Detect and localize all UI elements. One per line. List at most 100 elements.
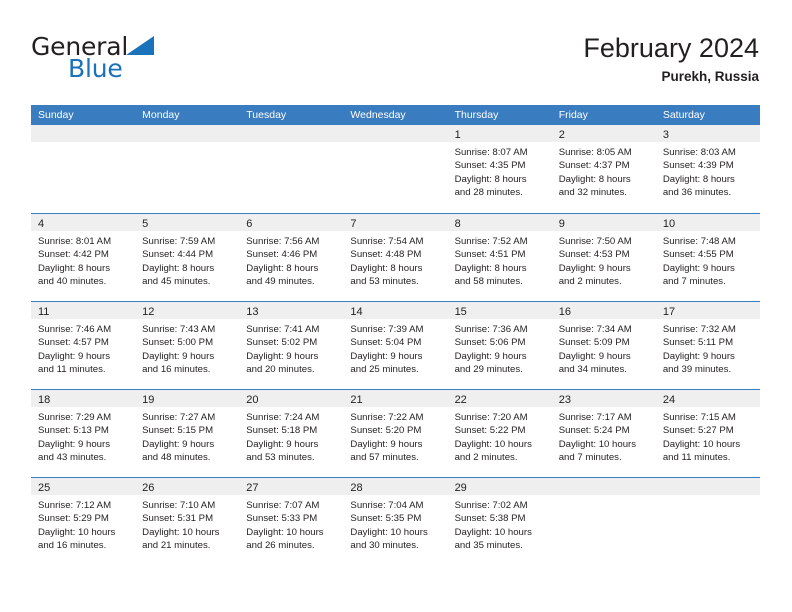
calendar-week-row: 4 Sunrise: 8:01 AM Sunset: 4:42 PM Daylight… xyxy=(31,213,760,301)
day-info-line: Sunrise: 7:20 AM xyxy=(454,412,528,423)
day-info-line: Sunrise: 7:36 AM xyxy=(454,324,528,335)
calendar-day-cell[interactable]: 24 Sunrise: 7:15 AM Sunset: 5:27 PM Dayligh… xyxy=(655,390,760,477)
calendar-day-cell[interactable]: 12 Sunrise: 7:43 AM Sunset: 5:00 PM Dayligh… xyxy=(135,302,240,389)
day-cell-body: Sunrise: 7:48 AM Sunset: 4:55 PM Daylight:… xyxy=(656,231,760,289)
calendar-day-cell[interactable]: 5 Sunrise: 7:59 AM Sunset: 4:44 PM Daylight… xyxy=(135,214,240,301)
day-number: 15 xyxy=(454,306,467,318)
day-info-line: and 32 minutes. xyxy=(558,187,627,199)
calendar-day-cell[interactable]: 28 Sunrise: 7:04 AM Sunset: 5:35 PM Dayligh… xyxy=(343,478,448,565)
day-number: 5 xyxy=(142,218,149,230)
calendar-day-cell[interactable]: 18 Sunrise: 7:29 AM Sunset: 5:13 PM Dayligh… xyxy=(31,390,136,477)
day-cell-body xyxy=(656,495,760,499)
calendar-day-cell[interactable]: 19 Sunrise: 7:27 AM Sunset: 5:15 PM Dayligh… xyxy=(135,390,240,477)
day-number: 3 xyxy=(662,129,669,141)
calendar-day-cell[interactable]: 4 Sunrise: 8:01 AM Sunset: 4:42 PM Daylight… xyxy=(31,214,136,301)
calendar-day-cell[interactable]: 25 Sunrise: 7:12 AM Sunset: 5:29 PM Dayligh… xyxy=(31,478,136,565)
day-number: 22 xyxy=(454,394,467,406)
day-cell-body: Sunrise: 7:20 AM Sunset: 5:22 PM Daylight:… xyxy=(448,407,552,465)
calendar-week-row: 1 Sunrise: 8:07 AM Sunset: 4:35 PM Daylight… xyxy=(31,125,760,213)
calendar-empty-cell xyxy=(31,125,136,213)
calendar-day-cell[interactable]: 26 Sunrise: 7:10 AM Sunset: 5:31 PM Dayligh… xyxy=(135,478,240,565)
day-info-line: and 20 minutes. xyxy=(246,364,315,376)
calendar-day-cell[interactable]: 11 Sunrise: 7:46 AM Sunset: 4:57 PM Dayligh… xyxy=(31,302,136,389)
day-info-line: Sunrise: 7:50 AM xyxy=(558,236,632,247)
day-info-line: Daylight: 8 hours xyxy=(454,262,527,274)
calendar-day-cell[interactable]: 17 Sunrise: 7:32 AM Sunset: 5:11 PM Dayligh… xyxy=(655,302,760,389)
day-cell-body: Sunrise: 7:39 AM Sunset: 5:04 PM Daylight:… xyxy=(343,319,447,377)
day-cell-body: Sunrise: 7:10 AM Sunset: 5:31 PM Daylight:… xyxy=(135,495,239,553)
calendar-day-cell[interactable]: 8 Sunrise: 7:52 AM Sunset: 4:51 PM Daylight… xyxy=(447,214,552,301)
day-info-line: Sunrise: 7:59 AM xyxy=(142,236,216,247)
day-number-band: 17 xyxy=(655,302,760,319)
day-number-band: 25 xyxy=(31,478,136,495)
day-number-band: 29 xyxy=(447,478,552,495)
calendar-day-cell[interactable]: 1 Sunrise: 8:07 AM Sunset: 4:35 PM Daylight… xyxy=(447,125,552,213)
day-number-band: 27 xyxy=(239,478,344,495)
calendar-day-cell[interactable]: 23 Sunrise: 7:17 AM Sunset: 5:24 PM Dayligh… xyxy=(551,390,656,477)
calendar-day-cell[interactable]: 3 Sunrise: 8:03 AM Sunset: 4:39 PM Daylight… xyxy=(655,125,760,213)
day-info-line: Sunset: 5:04 PM xyxy=(350,337,422,349)
weekday-header-monday: Monday xyxy=(142,109,180,121)
weekday-header-saturday: Saturday xyxy=(662,109,705,121)
day-info-line: and 35 minutes. xyxy=(454,540,523,552)
day-number: 26 xyxy=(142,482,155,494)
day-number-band: 11 xyxy=(31,302,136,319)
day-number-band: 24 xyxy=(655,390,760,407)
day-info-line: and 7 minutes. xyxy=(662,276,726,288)
day-cell-body: Sunrise: 7:27 AM Sunset: 5:15 PM Daylight:… xyxy=(135,407,239,465)
calendar-day-cell[interactable]: 10 Sunrise: 7:48 AM Sunset: 4:55 PM Dayligh… xyxy=(655,214,760,301)
day-number-band: 21 xyxy=(343,390,448,407)
day-number-band: 7 xyxy=(343,214,448,231)
day-info-line: Daylight: 10 hours xyxy=(662,438,741,450)
calendar-day-cell[interactable]: 22 Sunrise: 7:20 AM Sunset: 5:22 PM Dayligh… xyxy=(447,390,552,477)
day-info-line: Daylight: 9 hours xyxy=(558,262,631,274)
day-number: 19 xyxy=(142,394,155,406)
day-info-line: Daylight: 8 hours xyxy=(246,262,319,274)
brand-logo[interactable]: General Blue xyxy=(31,34,251,90)
day-number-band: 28 xyxy=(343,478,448,495)
day-info-line: Sunset: 4:51 PM xyxy=(454,249,526,261)
day-cell-body: Sunrise: 7:36 AM Sunset: 5:06 PM Daylight:… xyxy=(448,319,552,377)
day-cell-body: Sunrise: 7:41 AM Sunset: 5:02 PM Daylight:… xyxy=(239,319,343,377)
calendar-day-cell[interactable]: 21 Sunrise: 7:22 AM Sunset: 5:20 PM Dayligh… xyxy=(343,390,448,477)
calendar-day-cell[interactable]: 20 Sunrise: 7:24 AM Sunset: 5:18 PM Dayligh… xyxy=(239,390,344,477)
day-info-line: Sunrise: 7:22 AM xyxy=(350,412,424,423)
calendar-day-cell[interactable]: 16 Sunrise: 7:34 AM Sunset: 5:09 PM Dayligh… xyxy=(551,302,656,389)
day-info-line: Sunset: 4:46 PM xyxy=(246,249,318,261)
day-cell-body: Sunrise: 7:15 AM Sunset: 5:27 PM Daylight:… xyxy=(656,407,760,465)
calendar-day-cell[interactable]: 6 Sunrise: 7:56 AM Sunset: 4:46 PM Daylight… xyxy=(239,214,344,301)
day-number-band: 13 xyxy=(239,302,344,319)
day-number-band: 18 xyxy=(31,390,136,407)
day-info-line: and 2 minutes. xyxy=(454,452,518,464)
calendar-day-cell[interactable]: 7 Sunrise: 7:54 AM Sunset: 4:48 PM Daylight… xyxy=(343,214,448,301)
day-cell-body: Sunrise: 7:50 AM Sunset: 4:53 PM Daylight:… xyxy=(552,231,656,289)
day-number-band: 8 xyxy=(447,214,552,231)
day-info-line: Daylight: 9 hours xyxy=(142,350,215,362)
day-number-band: 23 xyxy=(551,390,656,407)
calendar-day-cell[interactable]: 2 Sunrise: 8:05 AM Sunset: 4:37 PM Daylight… xyxy=(551,125,656,213)
day-info-line: and 21 minutes. xyxy=(142,540,211,552)
calendar-day-cell[interactable]: 27 Sunrise: 7:07 AM Sunset: 5:33 PM Dayligh… xyxy=(239,478,344,565)
day-number: 25 xyxy=(38,482,51,494)
calendar-empty-cell xyxy=(135,125,240,213)
calendar-day-cell[interactable]: 15 Sunrise: 7:36 AM Sunset: 5:06 PM Dayligh… xyxy=(447,302,552,389)
day-info-line: Daylight: 8 hours xyxy=(142,262,215,274)
day-cell-body: Sunrise: 7:24 AM Sunset: 5:18 PM Daylight:… xyxy=(239,407,343,465)
day-info-line: Sunset: 5:27 PM xyxy=(662,425,734,437)
calendar-day-cell[interactable]: 13 Sunrise: 7:41 AM Sunset: 5:02 PM Dayligh… xyxy=(239,302,344,389)
day-info-line: Sunset: 5:35 PM xyxy=(350,513,422,525)
day-info-line: Sunrise: 7:02 AM xyxy=(454,500,528,511)
calendar-day-cell[interactable]: 29 Sunrise: 7:02 AM Sunset: 5:38 PM Dayligh… xyxy=(447,478,552,565)
calendar-grid: Sunday Monday Tuesday Wednesday Thursday Frid… xyxy=(31,105,760,565)
day-number-band: 10 xyxy=(655,214,760,231)
calendar-day-cell[interactable]: 14 Sunrise: 7:39 AM Sunset: 5:04 PM Dayligh… xyxy=(343,302,448,389)
day-number-band: 5 xyxy=(135,214,240,231)
day-cell-body: Sunrise: 7:52 AM Sunset: 4:51 PM Daylight:… xyxy=(448,231,552,289)
day-info-line: Daylight: 8 hours xyxy=(662,173,735,185)
calendar-day-cell[interactable]: 9 Sunrise: 7:50 AM Sunset: 4:53 PM Daylight… xyxy=(551,214,656,301)
day-info-line: Daylight: 9 hours xyxy=(454,350,527,362)
day-cell-body: Sunrise: 7:02 AM Sunset: 5:38 PM Daylight:… xyxy=(448,495,552,553)
day-info-line: and 25 minutes. xyxy=(350,364,419,376)
day-info-line: and 29 minutes. xyxy=(454,364,523,376)
day-cell-body: Sunrise: 7:56 AM Sunset: 4:46 PM Daylight:… xyxy=(239,231,343,289)
